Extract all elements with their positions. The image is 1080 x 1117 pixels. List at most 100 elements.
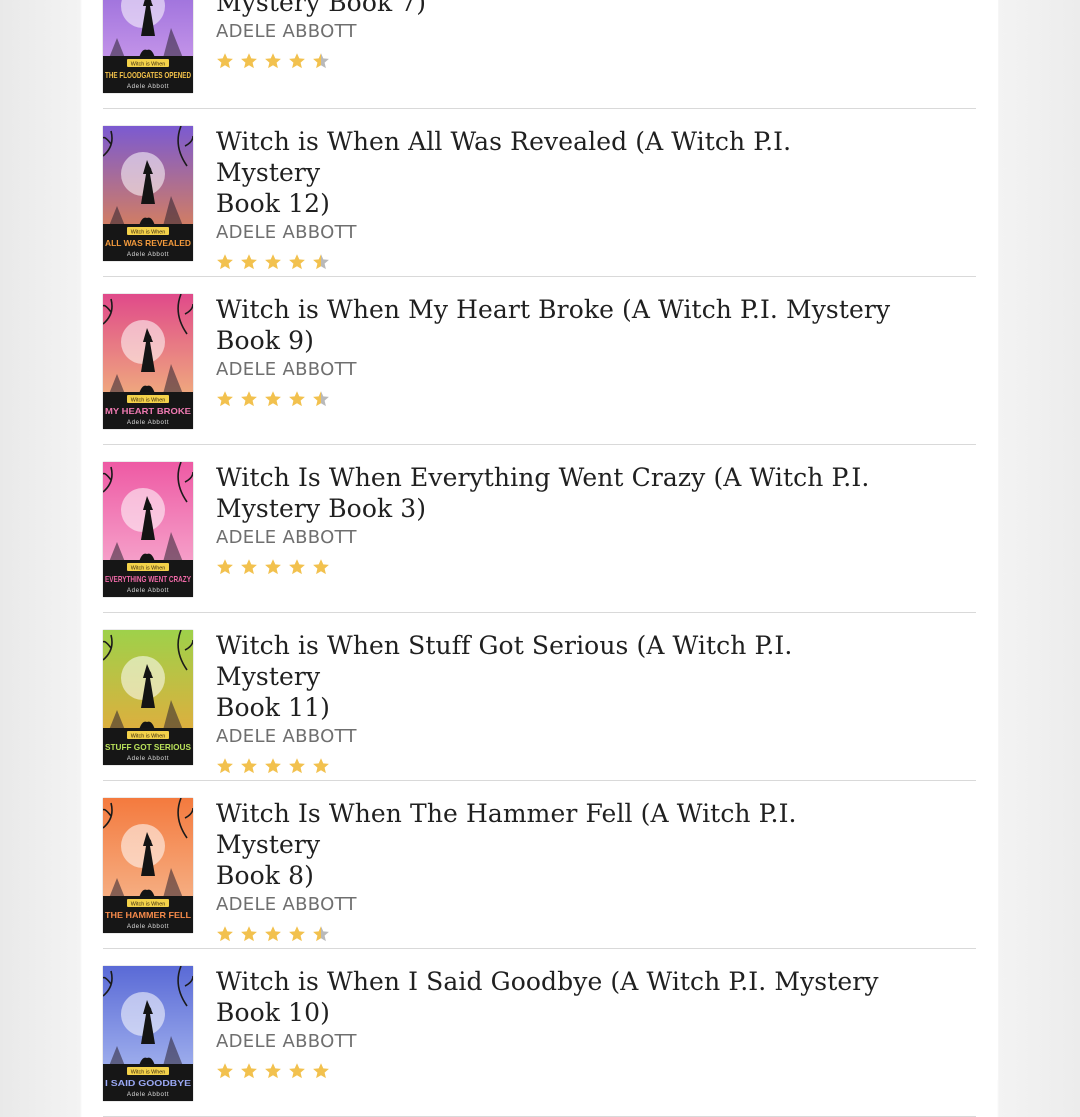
- star-icon: [264, 52, 282, 70]
- cover-title: THE FLOODGATES OPENED: [105, 70, 191, 80]
- book-title-line-1: Witch is When All Was Revealed (A Witch …: [216, 127, 792, 187]
- star-rating: [216, 555, 896, 579]
- star-icon: [240, 925, 258, 943]
- star-icon: [264, 925, 282, 943]
- book-title[interactable]: Witch is When I Said Goodbye (A Witch P.…: [216, 966, 896, 1028]
- star-icon: [264, 390, 282, 408]
- book-list-item[interactable]: Witch is When THE FLOODGATES OPENED Adel…: [103, 0, 976, 109]
- cover-series-label: Witch is When: [131, 61, 165, 67]
- cover-author: Adele Abbott: [127, 923, 169, 930]
- book-title[interactable]: Witch is When My Heart Broke (A Witch P.…: [216, 294, 896, 356]
- cover-author: Adele Abbott: [127, 1091, 169, 1098]
- star-icon: [288, 925, 306, 943]
- star-rating: [216, 387, 896, 411]
- star-icon: [264, 558, 282, 576]
- book-author[interactable]: ADELE ABBOTT: [216, 19, 896, 45]
- cover-series-label: Witch is When: [131, 733, 165, 739]
- book-cover-image[interactable]: Witch is When STUFF GOT SERIOUS Adele Ab…: [103, 630, 193, 765]
- book-title-line-2: Mystery Book 7): [216, 0, 427, 17]
- book-author[interactable]: ADELE ABBOTT: [216, 525, 896, 551]
- book-title-line-2: Book 10): [216, 998, 330, 1027]
- book-info: Witch is When I Said Goodbye (A Witch P.…: [216, 966, 896, 1083]
- book-cover-image[interactable]: Witch is When EVERYTHING WENT CRAZY Adel…: [103, 462, 193, 597]
- cover-series-label: Witch is When: [131, 229, 165, 235]
- book-info: Witch is When My Heart Broke (A Witch P.…: [216, 294, 896, 411]
- book-list-item[interactable]: Witch is When MY HEART BROKE Adele Abbot…: [103, 277, 976, 445]
- star-icon: [264, 1062, 282, 1080]
- star-icon: [264, 757, 282, 775]
- star-icon: [240, 253, 258, 271]
- star-rating: [216, 49, 896, 73]
- book-author[interactable]: ADELE ABBOTT: [216, 724, 896, 750]
- book-cover-image[interactable]: Witch is When I SAID GOODBYE Adele Abbot…: [103, 966, 193, 1101]
- star-icon: [312, 1062, 330, 1080]
- cover-title: ALL WAS REVEALED: [105, 238, 191, 248]
- star-icon: [312, 757, 330, 775]
- book-title-line-2: Book 9): [216, 326, 314, 355]
- book-cover-image[interactable]: Witch is When ALL WAS REVEALED Adele Abb…: [103, 126, 193, 261]
- star-rating: [216, 1059, 896, 1083]
- book-title-line-2: Mystery Book 3): [216, 494, 427, 523]
- book-title-line-1: Witch is When Stuff Got Serious (A Witch…: [216, 631, 793, 691]
- book-title[interactable]: Witch Is When Everything Went Crazy (A W…: [216, 462, 896, 524]
- book-list-item[interactable]: Witch is When EVERYTHING WENT CRAZY Adel…: [103, 445, 976, 613]
- book-list-item[interactable]: Witch is When I SAID GOODBYE Adele Abbot…: [103, 949, 976, 1117]
- book-cover-image[interactable]: Witch is When MY HEART BROKE Adele Abbot…: [103, 294, 193, 429]
- book-cover-image[interactable]: Witch is When THE HAMMER FELL Adele Abbo…: [103, 798, 193, 933]
- star-icon: [240, 52, 258, 70]
- star-icon: [288, 757, 306, 775]
- book-info: Witch Is When Everything Went Crazy (A W…: [216, 462, 896, 579]
- star-icon: [288, 1062, 306, 1080]
- book-title-line-1: Witch is When My Heart Broke (A Witch P.…: [216, 295, 891, 324]
- star-icon: [216, 253, 234, 271]
- book-list-item[interactable]: Witch is When ALL WAS REVEALED Adele Abb…: [103, 109, 976, 277]
- book-title-line-2: Book 8): [216, 861, 314, 890]
- book-title[interactable]: Mystery Book 7): [216, 0, 896, 18]
- star-icon: [264, 253, 282, 271]
- book-author[interactable]: ADELE ABBOTT: [216, 1029, 896, 1055]
- book-title-line-1: Witch Is When Everything Went Crazy (A W…: [216, 463, 870, 492]
- book-author[interactable]: ADELE ABBOTT: [216, 357, 896, 383]
- book-info: Witch Is When The Hammer Fell (A Witch P…: [216, 798, 896, 946]
- book-author[interactable]: ADELE ABBOTT: [216, 220, 896, 246]
- cover-series-label: Witch is When: [131, 1069, 165, 1075]
- star-icon: [288, 558, 306, 576]
- star-icon: [216, 1062, 234, 1080]
- star-icon: [240, 1062, 258, 1080]
- star-icon: [216, 52, 234, 70]
- star-icon: [312, 52, 330, 70]
- star-rating: [216, 250, 896, 274]
- star-icon: [312, 390, 330, 408]
- cover-title: STUFF GOT SERIOUS: [105, 742, 191, 752]
- star-icon: [216, 757, 234, 775]
- cover-title: EVERYTHING WENT CRAZY: [105, 574, 191, 584]
- star-icon: [312, 925, 330, 943]
- star-icon: [288, 253, 306, 271]
- cover-author: Adele Abbott: [127, 83, 169, 90]
- star-icon: [240, 390, 258, 408]
- star-icon: [312, 558, 330, 576]
- star-icon: [216, 558, 234, 576]
- book-info: Witch is When Stuff Got Serious (A Witch…: [216, 630, 896, 778]
- cover-author: Adele Abbott: [127, 251, 169, 258]
- book-title[interactable]: Witch Is When The Hammer Fell (A Witch P…: [216, 798, 896, 891]
- star-icon: [240, 558, 258, 576]
- star-icon: [216, 925, 234, 943]
- book-author[interactable]: ADELE ABBOTT: [216, 892, 896, 918]
- book-info: Mystery Book 7) ADELE ABBOTT: [216, 0, 896, 73]
- book-list: Witch is When THE FLOODGATES OPENED Adel…: [103, 0, 976, 1117]
- book-list-item[interactable]: Witch is When STUFF GOT SERIOUS Adele Ab…: [103, 613, 976, 781]
- book-cover-image[interactable]: Witch is When THE FLOODGATES OPENED Adel…: [103, 0, 193, 93]
- cover-series-label: Witch is When: [131, 901, 165, 907]
- cover-title: MY HEART BROKE: [105, 406, 192, 416]
- star-rating: [216, 922, 896, 946]
- cover-author: Adele Abbott: [127, 587, 169, 594]
- book-title[interactable]: Witch is When Stuff Got Serious (A Witch…: [216, 630, 896, 723]
- book-title-line-2: Book 11): [216, 693, 330, 722]
- star-icon: [288, 390, 306, 408]
- star-icon: [312, 253, 330, 271]
- cover-author: Adele Abbott: [127, 755, 169, 762]
- book-title[interactable]: Witch is When All Was Revealed (A Witch …: [216, 126, 896, 219]
- star-icon: [240, 757, 258, 775]
- book-list-item[interactable]: Witch is When THE HAMMER FELL Adele Abbo…: [103, 781, 976, 949]
